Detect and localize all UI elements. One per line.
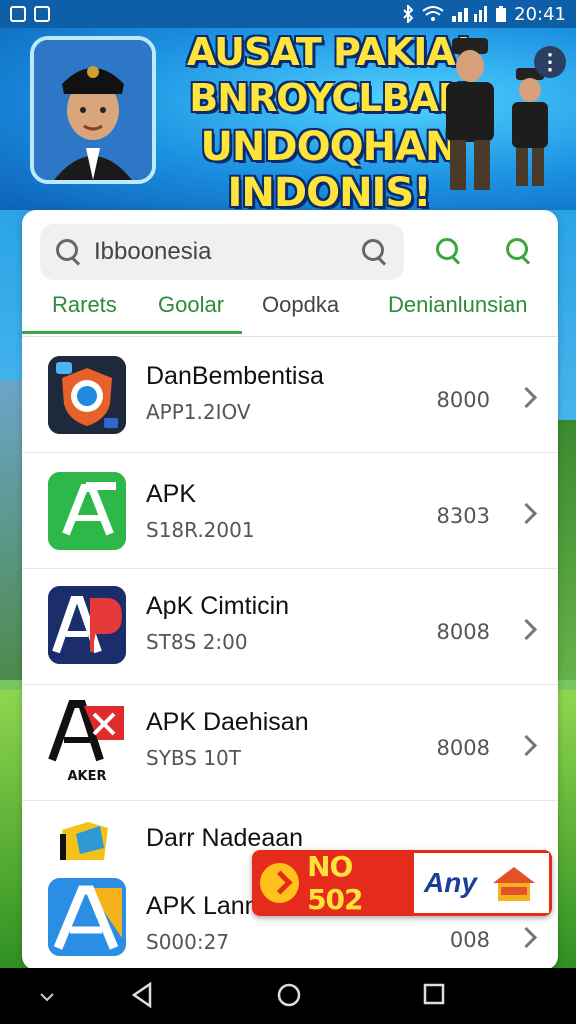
clock: 20:41 [514, 3, 566, 25]
list-item[interactable]: DanBembentisa APP1.2IOV 8000 [22, 336, 558, 453]
app-version: SYBS 10T [146, 746, 241, 770]
app-count: 008 [449, 928, 490, 952]
chevron-right-icon [515, 502, 538, 525]
banner-figure-child [512, 68, 548, 186]
chevron-right-icon [515, 618, 538, 641]
folder-app-icon [48, 820, 126, 860]
gallery-icon [34, 6, 50, 22]
tab-1[interactable]: Rarets [52, 292, 117, 318]
tab-2[interactable]: Goolar [158, 292, 224, 318]
tab-3[interactable]: Oopdka [262, 292, 339, 318]
chevron-right-icon [515, 926, 538, 949]
bluetooth-icon [403, 5, 414, 23]
active-tab-indicator [22, 331, 242, 334]
recents-icon[interactable] [422, 982, 446, 1006]
app-count: 8008 [436, 736, 490, 760]
app-version: APP1.2IOV [146, 400, 251, 424]
apk-blue-icon [48, 878, 126, 956]
image-icon [10, 6, 26, 22]
app-count: 8303 [436, 504, 490, 528]
app-version: S000:27 [146, 930, 230, 954]
system-nav-bar [0, 968, 576, 1024]
category-tabs: Rarets Goolar Oopdka Denianlunsian [22, 286, 558, 337]
arrow-right-icon [260, 863, 300, 903]
list-item[interactable]: ApK Cimticin ST8S 2:00 8008 [22, 568, 558, 685]
app-name: APK [146, 480, 197, 508]
promo-ad[interactable]: NO 502 Any [252, 850, 552, 916]
search-bar[interactable] [40, 224, 404, 280]
status-bar: 20:41 [0, 0, 576, 28]
tab-4[interactable]: Denianlunsian [388, 292, 527, 318]
banner-figure-adult [446, 38, 494, 190]
keyboard-hide-icon[interactable] [40, 992, 54, 1002]
home-icon[interactable] [276, 982, 302, 1008]
app-name: Darr Nadeaan [146, 824, 304, 852]
app-count: 8000 [436, 388, 490, 412]
search-green-icon[interactable] [436, 238, 462, 265]
search-icon [56, 239, 82, 266]
app-count: 8008 [436, 620, 490, 644]
house-icon [493, 867, 535, 901]
app-name: ApK Cimticin [146, 592, 290, 620]
list-item[interactable]: APK S18R.2001 8303 [22, 452, 558, 569]
app-name: APK Daehisan [146, 708, 309, 736]
ap-logo-icon [48, 586, 126, 664]
chevron-right-icon [515, 386, 538, 409]
more-options-button[interactable]: ⋮ [534, 46, 566, 78]
list-item[interactable]: AKER APK Daehisan SYBS 10T 8008 [22, 684, 558, 801]
shield-browser-icon [48, 356, 126, 434]
app-version: ST8S 2:00 [146, 630, 248, 654]
promo-left-text: NO 502 [307, 850, 363, 916]
search-input[interactable] [92, 237, 356, 267]
aker-logo-icon: AKER [48, 700, 126, 784]
promo-right-text: Any [424, 867, 477, 898]
battery-icon [496, 6, 507, 22]
wifi-icon [422, 6, 444, 21]
apk-green-icon [48, 472, 126, 550]
icon-caption: AKER [67, 769, 106, 784]
search-submit-icon[interactable] [362, 239, 388, 266]
search-alt-icon[interactable] [506, 238, 532, 265]
promo-banner[interactable]: AUSAT PAKIA! BNROYCLBAN UNDOQHAN INDONIS… [0, 28, 576, 210]
app-name: DanBembentisa [146, 362, 324, 390]
signal-icon [452, 6, 488, 22]
search-row [40, 224, 546, 280]
app-name: APK Lann [146, 892, 259, 920]
chevron-right-icon [515, 734, 538, 757]
back-icon[interactable] [130, 982, 154, 1008]
app-version: S18R.2001 [146, 518, 255, 542]
